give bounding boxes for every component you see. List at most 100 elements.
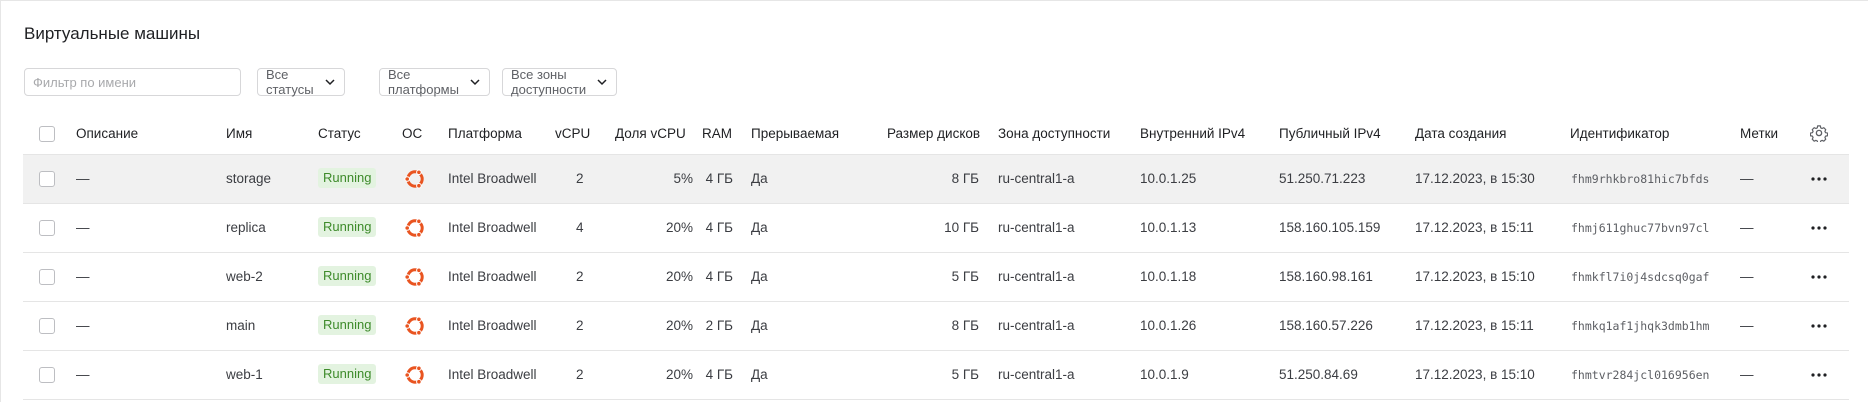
col-created[interactable]: Дата создания bbox=[1415, 126, 1507, 141]
col-platform[interactable]: Платформа bbox=[448, 126, 522, 141]
name-cell[interactable]: web-2 bbox=[226, 269, 263, 284]
status-badge: Running bbox=[318, 364, 377, 384]
created-cell: 17.12.2023, в 15:30 bbox=[1415, 171, 1535, 186]
platform-cell: Intel Broadwell bbox=[448, 367, 537, 382]
vcpu-cell: 2 bbox=[576, 367, 584, 382]
platform-cell: Intel Broadwell bbox=[448, 220, 537, 235]
name-cell[interactable]: main bbox=[226, 318, 255, 333]
zone-cell: ru-central1-a bbox=[998, 269, 1075, 284]
table-row[interactable]: — web-1 Running Intel Broadwell 2 20% 4 … bbox=[23, 351, 1849, 400]
ubuntu-icon bbox=[403, 363, 427, 387]
table-row[interactable]: — replica Running Intel Broadwell 4 20% … bbox=[23, 204, 1849, 253]
preemptible-cell: Да bbox=[751, 171, 768, 186]
description-cell: — bbox=[76, 367, 90, 382]
col-zone[interactable]: Зона доступности bbox=[998, 126, 1110, 141]
preemptible-cell: Да bbox=[751, 318, 768, 333]
ram-cell: 4 ГБ bbox=[705, 171, 733, 186]
vcpu-share-cell: 20% bbox=[665, 220, 693, 235]
preemptible-cell: Да bbox=[751, 220, 768, 235]
col-internal-ip[interactable]: Внутренний IPv4 bbox=[1140, 126, 1245, 141]
more-actions-icon[interactable] bbox=[1809, 316, 1829, 336]
platform-cell: Intel Broadwell bbox=[448, 171, 537, 186]
more-actions-icon[interactable] bbox=[1809, 267, 1829, 287]
public-ip-cell: 51.250.84.69 bbox=[1279, 367, 1358, 382]
vm-table: Описание Имя Статус ОС Платформа vCPU До… bbox=[23, 114, 1849, 400]
table-row[interactable]: — main Running Intel Broadwell 2 20% 2 Г… bbox=[23, 302, 1849, 351]
disk-size-cell: 5 ГБ bbox=[951, 269, 979, 284]
status-filter-select[interactable]: Все статусы bbox=[257, 67, 345, 97]
name-cell[interactable]: storage bbox=[226, 171, 271, 186]
select-all-checkbox[interactable] bbox=[39, 126, 55, 142]
table-row[interactable]: — storage Running Intel Broadwell 2 5% 4… bbox=[23, 155, 1849, 204]
id-cell: fhmtvr284jcl016956en bbox=[1571, 368, 1710, 382]
vcpu-share-cell: 20% bbox=[665, 318, 693, 333]
name-filter-input[interactable] bbox=[24, 68, 241, 96]
public-ip-cell: 158.160.57.226 bbox=[1279, 318, 1373, 333]
created-cell: 17.12.2023, в 15:11 bbox=[1415, 318, 1534, 333]
labels-cell: — bbox=[1740, 269, 1754, 284]
col-description[interactable]: Описание bbox=[76, 126, 138, 141]
labels-cell: — bbox=[1740, 367, 1754, 382]
more-actions-icon[interactable] bbox=[1809, 218, 1829, 238]
chevron-down-icon bbox=[324, 76, 336, 88]
more-actions-icon[interactable] bbox=[1809, 169, 1829, 189]
zone-cell: ru-central1-a bbox=[998, 220, 1075, 235]
row-checkbox[interactable] bbox=[39, 318, 55, 334]
public-ip-cell: 158.160.98.161 bbox=[1279, 269, 1373, 284]
row-checkbox[interactable] bbox=[39, 220, 55, 236]
platform-cell: Intel Broadwell bbox=[448, 269, 537, 284]
col-labels[interactable]: Метки bbox=[1740, 126, 1778, 141]
ubuntu-icon bbox=[403, 314, 427, 338]
zone-filter-label: Все зоны доступности bbox=[511, 67, 587, 97]
col-preemptible[interactable]: Прерываемая bbox=[751, 126, 839, 141]
public-ip-cell: 158.160.105.159 bbox=[1279, 220, 1381, 235]
col-os[interactable]: ОС bbox=[402, 126, 422, 141]
vcpu-cell: 2 bbox=[576, 318, 584, 333]
status-filter-label: Все статусы bbox=[266, 67, 314, 97]
col-vcpu-share[interactable]: Доля vCPU bbox=[615, 126, 686, 141]
name-cell[interactable]: replica bbox=[226, 220, 266, 235]
vcpu-share-cell: 20% bbox=[665, 269, 693, 284]
platform-filter-select[interactable]: Все платформы bbox=[379, 67, 490, 97]
vcpu-cell: 2 bbox=[576, 171, 584, 186]
internal-ip-cell: 10.0.1.13 bbox=[1140, 220, 1197, 235]
ram-cell: 4 ГБ bbox=[705, 367, 733, 382]
id-cell: fhmj611ghuc77bvn97cl bbox=[1571, 221, 1710, 235]
internal-ip-cell: 10.0.1.25 bbox=[1140, 171, 1197, 186]
col-disk-size[interactable]: Размер дисков bbox=[887, 126, 980, 141]
name-cell[interactable]: web-1 bbox=[226, 367, 263, 382]
ram-cell: 4 ГБ bbox=[705, 220, 733, 235]
description-cell: — bbox=[76, 220, 90, 235]
internal-ip-cell: 10.0.1.18 bbox=[1140, 269, 1197, 284]
chevron-down-icon bbox=[596, 76, 608, 88]
row-checkbox[interactable] bbox=[39, 269, 55, 285]
col-public-ip[interactable]: Публичный IPv4 bbox=[1279, 126, 1381, 141]
internal-ip-cell: 10.0.1.26 bbox=[1140, 318, 1197, 333]
status-badge: Running bbox=[318, 315, 377, 335]
labels-cell: — bbox=[1740, 171, 1754, 186]
id-cell: fhmkfl7i0j4sdcsq0gaf bbox=[1571, 270, 1710, 284]
col-name[interactable]: Имя bbox=[226, 126, 252, 141]
row-checkbox[interactable] bbox=[39, 367, 55, 383]
col-status[interactable]: Статус bbox=[318, 126, 361, 141]
zone-cell: ru-central1-a bbox=[998, 367, 1075, 382]
platform-cell: Intel Broadwell bbox=[448, 318, 537, 333]
ubuntu-icon bbox=[403, 216, 427, 240]
chevron-down-icon bbox=[469, 76, 481, 88]
more-actions-icon[interactable] bbox=[1809, 365, 1829, 385]
zone-cell: ru-central1-a bbox=[998, 318, 1075, 333]
description-cell: — bbox=[76, 269, 90, 284]
row-checkbox[interactable] bbox=[39, 171, 55, 187]
col-id[interactable]: Идентификатор bbox=[1570, 126, 1669, 141]
zone-filter-select[interactable]: Все зоны доступности bbox=[502, 67, 618, 97]
labels-cell: — bbox=[1740, 318, 1754, 333]
disk-size-cell: 8 ГБ bbox=[951, 318, 979, 333]
ubuntu-icon bbox=[403, 167, 427, 191]
col-vcpu[interactable]: vCPU bbox=[555, 126, 590, 141]
gear-icon[interactable] bbox=[1809, 124, 1829, 144]
table-header: Описание Имя Статус ОС Платформа vCPU До… bbox=[23, 114, 1849, 155]
col-ram[interactable]: RAM bbox=[702, 126, 732, 141]
table-row[interactable]: — web-2 Running Intel Broadwell 2 20% 4 … bbox=[23, 253, 1849, 302]
id-cell: fhmkq1af1jhqk3dmb1hm bbox=[1571, 319, 1710, 333]
ubuntu-icon bbox=[403, 265, 427, 289]
